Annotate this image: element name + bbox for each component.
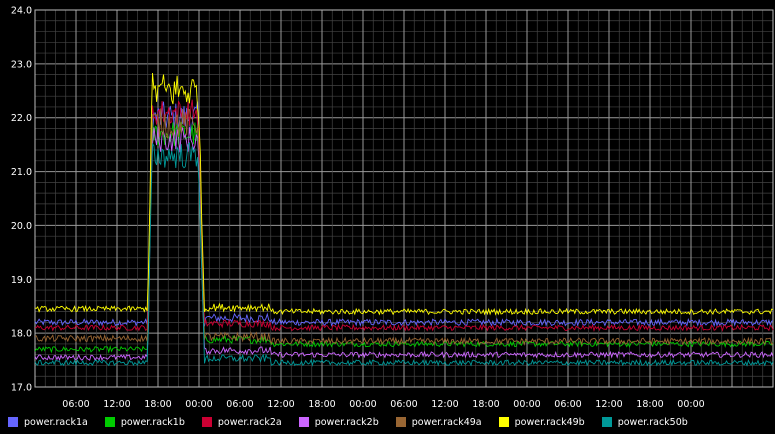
x-tick-label: 00:00 xyxy=(185,399,212,410)
legend-label: power.rack2a xyxy=(217,416,282,428)
legend-label: power.rack49a xyxy=(411,416,482,428)
x-tick-label: 06:00 xyxy=(390,399,417,410)
legend-swatch xyxy=(298,417,309,427)
y-tick-label: 17.0 xyxy=(11,383,32,394)
x-tick-label: 18:00 xyxy=(472,399,499,410)
legend-label: power.rack50b xyxy=(617,416,688,428)
y-tick-label: 20.0 xyxy=(11,221,32,232)
y-tick-label: 24.0 xyxy=(11,6,32,17)
legend-swatch xyxy=(201,417,212,427)
legend-label: power.rack2b xyxy=(314,416,379,428)
x-tick-label: 12:00 xyxy=(431,399,458,410)
x-tick-label: 18:00 xyxy=(144,399,171,410)
x-tick-label: 06:00 xyxy=(226,399,253,410)
legend-label: power.rack1a xyxy=(24,416,88,428)
legend-item[interactable]: power.rack50b xyxy=(601,416,688,428)
x-tick-label: 12:00 xyxy=(103,399,130,410)
y-tick-label: 18.0 xyxy=(11,329,32,340)
legend-item[interactable]: power.rack1a xyxy=(8,417,88,428)
legend-swatch xyxy=(8,417,18,427)
legend-item[interactable]: power.rack49b xyxy=(498,416,585,428)
x-tick-label: 12:00 xyxy=(595,399,622,410)
y-tick-label: 21.0 xyxy=(11,167,32,178)
x-tick-label: 00:00 xyxy=(677,399,704,410)
x-tick-label: 18:00 xyxy=(308,399,335,410)
plot-background xyxy=(0,0,775,434)
legend-item[interactable]: power.rack49a xyxy=(395,416,482,428)
legend-label: power.rack1b xyxy=(120,416,185,428)
x-tick-label: 00:00 xyxy=(349,399,376,410)
x-tick-label: 12:00 xyxy=(267,399,294,410)
legend-swatch xyxy=(104,417,115,427)
legend-item[interactable]: power.rack2a xyxy=(201,416,282,428)
legend-swatch xyxy=(395,417,406,427)
legend-item[interactable]: power.rack1b xyxy=(104,416,185,428)
x-tick-label: 18:00 xyxy=(636,399,663,410)
legend-swatch xyxy=(498,417,509,427)
y-tick-label: 22.0 xyxy=(11,113,32,124)
x-tick-label: 06:00 xyxy=(62,399,89,410)
y-tick-label: 19.0 xyxy=(11,275,32,286)
x-tick-label: 00:00 xyxy=(513,399,540,410)
y-tick-label: 23.0 xyxy=(11,59,32,70)
legend: power.rack1a power.rack1b power.rack2a powe… xyxy=(8,413,773,431)
legend-swatch xyxy=(601,417,612,427)
x-tick-label: 06:00 xyxy=(554,399,581,410)
power-chart: 17.0 18.0 19.0 20.0 21.0 22.0 23.0 24.0 06:00 12… xyxy=(0,0,775,434)
legend-item[interactable]: power.rack2b xyxy=(298,416,379,428)
legend-label: power.rack49b xyxy=(514,416,585,428)
